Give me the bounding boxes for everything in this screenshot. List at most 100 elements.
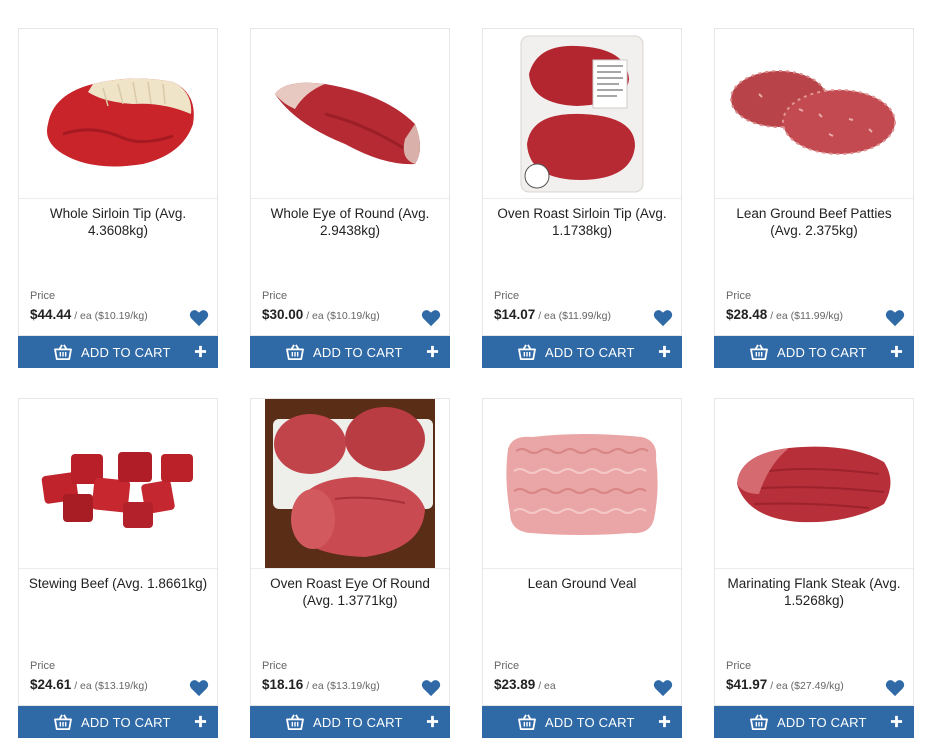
- product-card: Whole Eye of Round (Avg. 2.9438kg) Price…: [250, 28, 450, 368]
- product-card-body: Stewing Beef (Avg. 1.8661kg) Price $24.6…: [18, 398, 218, 706]
- product-card: Stewing Beef (Avg. 1.8661kg) Price $24.6…: [18, 398, 218, 738]
- plus-icon: [194, 715, 207, 728]
- price-label: Price: [30, 660, 56, 672]
- plus-icon: [890, 715, 903, 728]
- unit-price: / ea ($10.19/kg): [303, 310, 380, 322]
- plus-icon: [658, 345, 671, 358]
- add-to-cart-button[interactable]: ADD TO CART: [714, 706, 914, 738]
- product-title[interactable]: Lean Ground Veal: [491, 575, 673, 592]
- product-card-body: Lean Ground Veal Price $23.89 / ea: [482, 398, 682, 706]
- divider: [715, 198, 913, 199]
- divider: [19, 198, 217, 199]
- price-row: $23.89 / ea: [494, 677, 556, 692]
- divider: [19, 568, 217, 569]
- basket-icon: [54, 344, 72, 360]
- add-to-cart-label: ADD TO CART: [81, 345, 171, 360]
- add-to-cart-button[interactable]: ADD TO CART: [250, 706, 450, 738]
- add-to-cart-label: ADD TO CART: [313, 715, 403, 730]
- add-to-cart-button[interactable]: ADD TO CART: [18, 336, 218, 368]
- wishlist-heart-icon[interactable]: [653, 679, 673, 697]
- add-to-cart-label: ADD TO CART: [313, 345, 403, 360]
- price-row: $28.48 / ea ($11.99/kg): [726, 307, 843, 322]
- price-row: $41.97 / ea ($27.49/kg): [726, 677, 844, 692]
- basket-icon: [286, 714, 304, 730]
- price-amount: $44.44: [30, 307, 72, 322]
- product-title[interactable]: Oven Roast Eye Of Round (Avg. 1.3771kg): [259, 575, 441, 609]
- price-amount: $30.00: [262, 307, 304, 322]
- price-row: $44.44 / ea ($10.19/kg): [30, 307, 148, 322]
- product-card: Oven Roast Eye Of Round (Avg. 1.3771kg) …: [250, 398, 450, 738]
- basket-icon: [750, 714, 768, 730]
- lean-ground-veal-image[interactable]: [483, 399, 681, 568]
- basket-icon: [518, 714, 536, 730]
- unit-price: / ea ($13.19/kg): [303, 680, 380, 692]
- wishlist-heart-icon[interactable]: [189, 679, 209, 697]
- wishlist-heart-icon[interactable]: [421, 309, 441, 327]
- add-to-cart-label: ADD TO CART: [545, 345, 635, 360]
- price-row: $24.61 / ea ($13.19/kg): [30, 677, 148, 692]
- product-title[interactable]: Lean Ground Beef Patties (Avg. 2.375kg): [723, 205, 905, 239]
- basket-icon: [54, 714, 72, 730]
- product-grid: Whole Sirloin Tip (Avg. 4.3608kg) Price …: [0, 0, 939, 749]
- price-amount: $24.61: [30, 677, 72, 692]
- add-to-cart-button[interactable]: ADD TO CART: [18, 706, 218, 738]
- product-title[interactable]: Stewing Beef (Avg. 1.8661kg): [27, 575, 209, 592]
- price-amount: $23.89: [494, 677, 536, 692]
- basket-icon: [750, 344, 768, 360]
- add-to-cart-button[interactable]: ADD TO CART: [250, 336, 450, 368]
- add-to-cart-button[interactable]: ADD TO CART: [482, 706, 682, 738]
- add-to-cart-label: ADD TO CART: [545, 715, 635, 730]
- product-card-body: Lean Ground Beef Patties (Avg. 2.375kg) …: [714, 28, 914, 336]
- price-row: $18.16 / ea ($13.19/kg): [262, 677, 380, 692]
- price-label: Price: [494, 660, 520, 672]
- product-card: Lean Ground Beef Patties (Avg. 2.375kg) …: [714, 28, 914, 368]
- ground-beef-patties-image[interactable]: [715, 29, 913, 198]
- wishlist-heart-icon[interactable]: [885, 309, 905, 327]
- divider: [251, 198, 449, 199]
- plus-icon: [426, 345, 439, 358]
- divider: [715, 568, 913, 569]
- whole-eye-of-round-image[interactable]: [251, 29, 449, 198]
- price-amount: $28.48: [726, 307, 768, 322]
- whole-sirloin-tip-image[interactable]: [19, 29, 217, 198]
- price-row: $30.00 / ea ($10.19/kg): [262, 307, 380, 322]
- price-amount: $14.07: [494, 307, 536, 322]
- add-to-cart-label: ADD TO CART: [81, 715, 171, 730]
- product-title[interactable]: Oven Roast Sirloin Tip (Avg. 1.1738kg): [491, 205, 673, 239]
- oven-roast-sirloin-tip-image[interactable]: [483, 29, 681, 198]
- unit-price: / ea ($27.49/kg): [767, 680, 844, 692]
- flank-steak-image[interactable]: [715, 399, 913, 568]
- add-to-cart-button[interactable]: ADD TO CART: [714, 336, 914, 368]
- unit-price: / ea ($13.19/kg): [71, 680, 148, 692]
- basket-icon: [286, 344, 304, 360]
- unit-price: / ea ($11.99/kg): [767, 310, 843, 322]
- add-to-cart-label: ADD TO CART: [777, 715, 867, 730]
- price-row: $14.07 / ea ($11.99/kg): [494, 307, 611, 322]
- unit-price: / ea ($11.99/kg): [535, 310, 611, 322]
- divider: [251, 568, 449, 569]
- add-to-cart-button[interactable]: ADD TO CART: [482, 336, 682, 368]
- wishlist-heart-icon[interactable]: [421, 679, 441, 697]
- product-title[interactable]: Whole Sirloin Tip (Avg. 4.3608kg): [27, 205, 209, 239]
- product-card-body: Marinating Flank Steak (Avg. 1.5268kg) P…: [714, 398, 914, 706]
- product-title[interactable]: Whole Eye of Round (Avg. 2.9438kg): [259, 205, 441, 239]
- price-label: Price: [726, 660, 752, 672]
- wishlist-heart-icon[interactable]: [885, 679, 905, 697]
- divider: [483, 198, 681, 199]
- wishlist-heart-icon[interactable]: [189, 309, 209, 327]
- product-card-body: Whole Sirloin Tip (Avg. 4.3608kg) Price …: [18, 28, 218, 336]
- oven-roast-eye-of-round-image[interactable]: [251, 399, 449, 568]
- unit-price: / ea ($10.19/kg): [71, 310, 148, 322]
- wishlist-heart-icon[interactable]: [653, 309, 673, 327]
- product-card-body: Whole Eye of Round (Avg. 2.9438kg) Price…: [250, 28, 450, 336]
- price-label: Price: [494, 290, 520, 302]
- price-label: Price: [262, 290, 288, 302]
- unit-price: / ea: [535, 680, 556, 692]
- plus-icon: [426, 715, 439, 728]
- product-title[interactable]: Marinating Flank Steak (Avg. 1.5268kg): [723, 575, 905, 609]
- basket-icon: [518, 344, 536, 360]
- price-amount: $18.16: [262, 677, 304, 692]
- price-amount: $41.97: [726, 677, 768, 692]
- product-card: Whole Sirloin Tip (Avg. 4.3608kg) Price …: [18, 28, 218, 368]
- stewing-beef-image[interactable]: [19, 399, 217, 568]
